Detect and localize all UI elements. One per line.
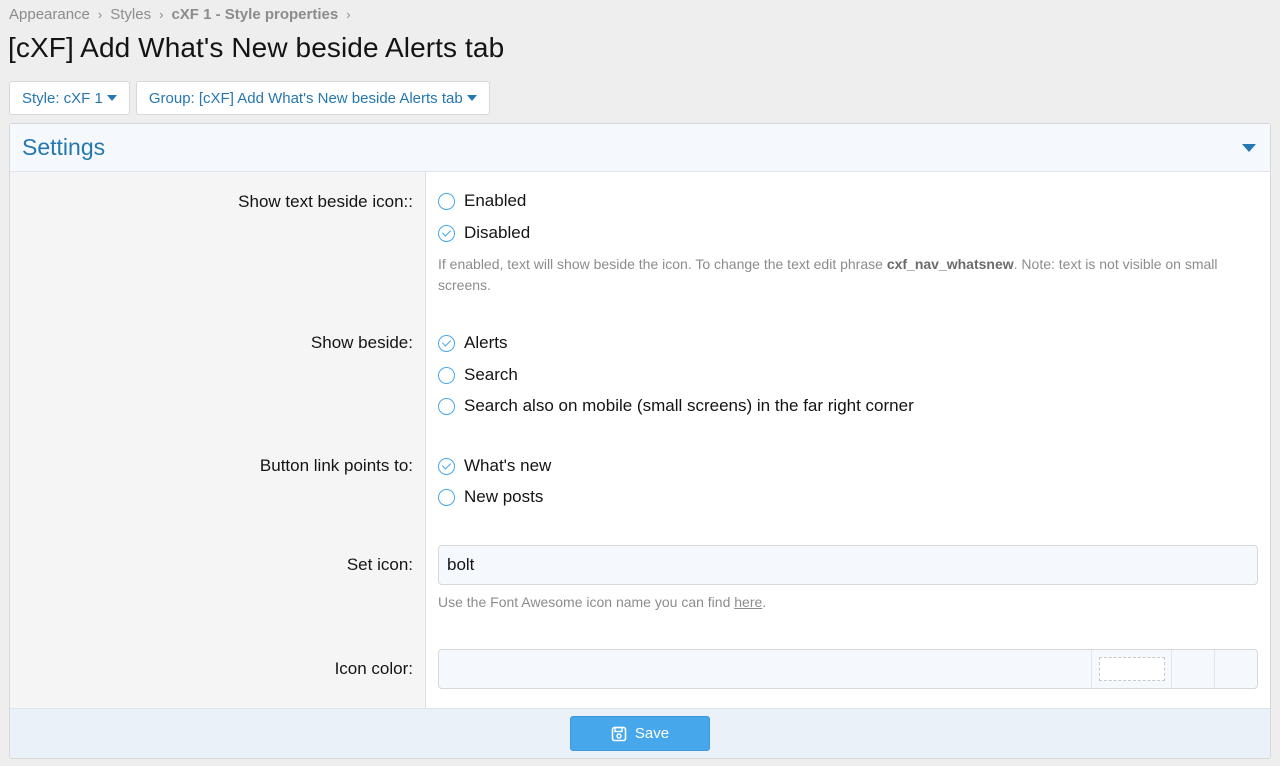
set-icon-hint: Use the Font Awesome icon name you can f… (438, 592, 1258, 613)
radio-checked-icon (438, 457, 455, 475)
color-swatch-cell[interactable] (1091, 650, 1171, 688)
save-icon (611, 726, 627, 741)
link-points-label: Button link points to: (259, 456, 413, 475)
radio-new-posts[interactable]: New posts (438, 487, 543, 507)
icon-color-input[interactable] (438, 649, 1258, 689)
settings-title: Settings (22, 134, 106, 160)
show-beside-label: Show beside: (310, 333, 413, 352)
radio-checked-icon (438, 334, 455, 352)
filter-bar: Style: cXF 1 Group: [cXF] Add What's New… (9, 81, 490, 115)
style-filter-label: Style: cXF 1 (22, 89, 103, 107)
chevron-right-icon: › (159, 7, 164, 22)
radio-alerts-label: Alerts (464, 333, 508, 352)
radio-alerts[interactable]: Alerts (438, 333, 507, 353)
caret-down-icon (106, 95, 117, 101)
color-swatch[interactable] (1098, 657, 1165, 681)
radio-circle-icon (438, 397, 455, 415)
set-icon-input[interactable] (438, 545, 1258, 585)
settings-block: Settings Show text beside icon:: Enabled… (9, 123, 1271, 759)
radio-checked-icon (438, 224, 455, 242)
settings-header[interactable]: Settings (10, 124, 1270, 172)
radio-circle-icon (438, 192, 455, 210)
radio-new-posts-label: New posts (464, 487, 544, 506)
radio-enabled[interactable]: Enabled (438, 191, 526, 211)
here-link[interactable]: here (734, 594, 762, 610)
label-column (10, 172, 426, 709)
color-picker-cell[interactable] (1171, 650, 1214, 688)
collapse-caret-icon[interactable] (1242, 143, 1256, 152)
radio-circle-icon (438, 366, 455, 384)
radio-search-mobile[interactable]: Search also on mobile (small screens) in… (438, 396, 914, 416)
set-icon-hint-post: . (762, 594, 767, 610)
icon-color-label: Icon color: (334, 659, 413, 678)
radio-enabled-label: Enabled (464, 191, 527, 210)
breadcrumb-styles[interactable]: Styles (110, 6, 151, 23)
radio-search-label: Search (464, 365, 518, 384)
set-icon-label: Set icon: (346, 555, 413, 574)
radio-disabled-label: Disabled (464, 223, 531, 242)
show-text-hint-pre: If enabled, text will show beside the ic… (438, 256, 887, 272)
save-label: Save (634, 725, 670, 742)
page-title: [cXF] Add What's New beside Alerts tab (8, 32, 505, 63)
breadcrumb-style-properties[interactable]: cXF 1 - Style properties (171, 6, 338, 23)
breadcrumb-appearance[interactable]: Appearance (9, 6, 90, 23)
show-text-hint: If enabled, text will show beside the ic… (438, 254, 1258, 296)
group-filter-label: Group: [cXF] Add What's New beside Alert… (148, 89, 463, 107)
radio-disabled[interactable]: Disabled (438, 223, 530, 243)
phrase-name: cxf_nav_whatsnew (886, 256, 1014, 272)
radio-whats-new-label: What's new (464, 456, 552, 475)
save-button[interactable]: Save (570, 716, 710, 751)
form-footer: Save (10, 708, 1270, 758)
radio-search-mobile-label: Search also on mobile (small screens) in… (464, 396, 914, 415)
style-filter-button[interactable]: Style: cXF 1 (9, 81, 130, 115)
radio-circle-icon (438, 488, 455, 506)
set-icon-hint-pre: Use the Font Awesome icon name you can f… (438, 594, 735, 610)
radio-whats-new[interactable]: What's new (438, 456, 551, 476)
chevron-right-icon: › (97, 7, 103, 22)
group-filter-button[interactable]: Group: [cXF] Add What's New beside Alert… (135, 81, 490, 115)
breadcrumb: Appearance › Styles › cXF 1 - Style prop… (9, 6, 359, 23)
caret-down-icon (466, 95, 477, 101)
form-body: Show text beside icon:: Enabled Disabled… (10, 172, 1270, 709)
icon-color-field[interactable] (439, 650, 1091, 688)
radio-search[interactable]: Search (438, 365, 518, 385)
chevron-right-icon: › (346, 7, 351, 22)
color-picker-cell-2[interactable] (1214, 650, 1257, 688)
show-text-label: Show text beside icon:: (238, 192, 413, 211)
